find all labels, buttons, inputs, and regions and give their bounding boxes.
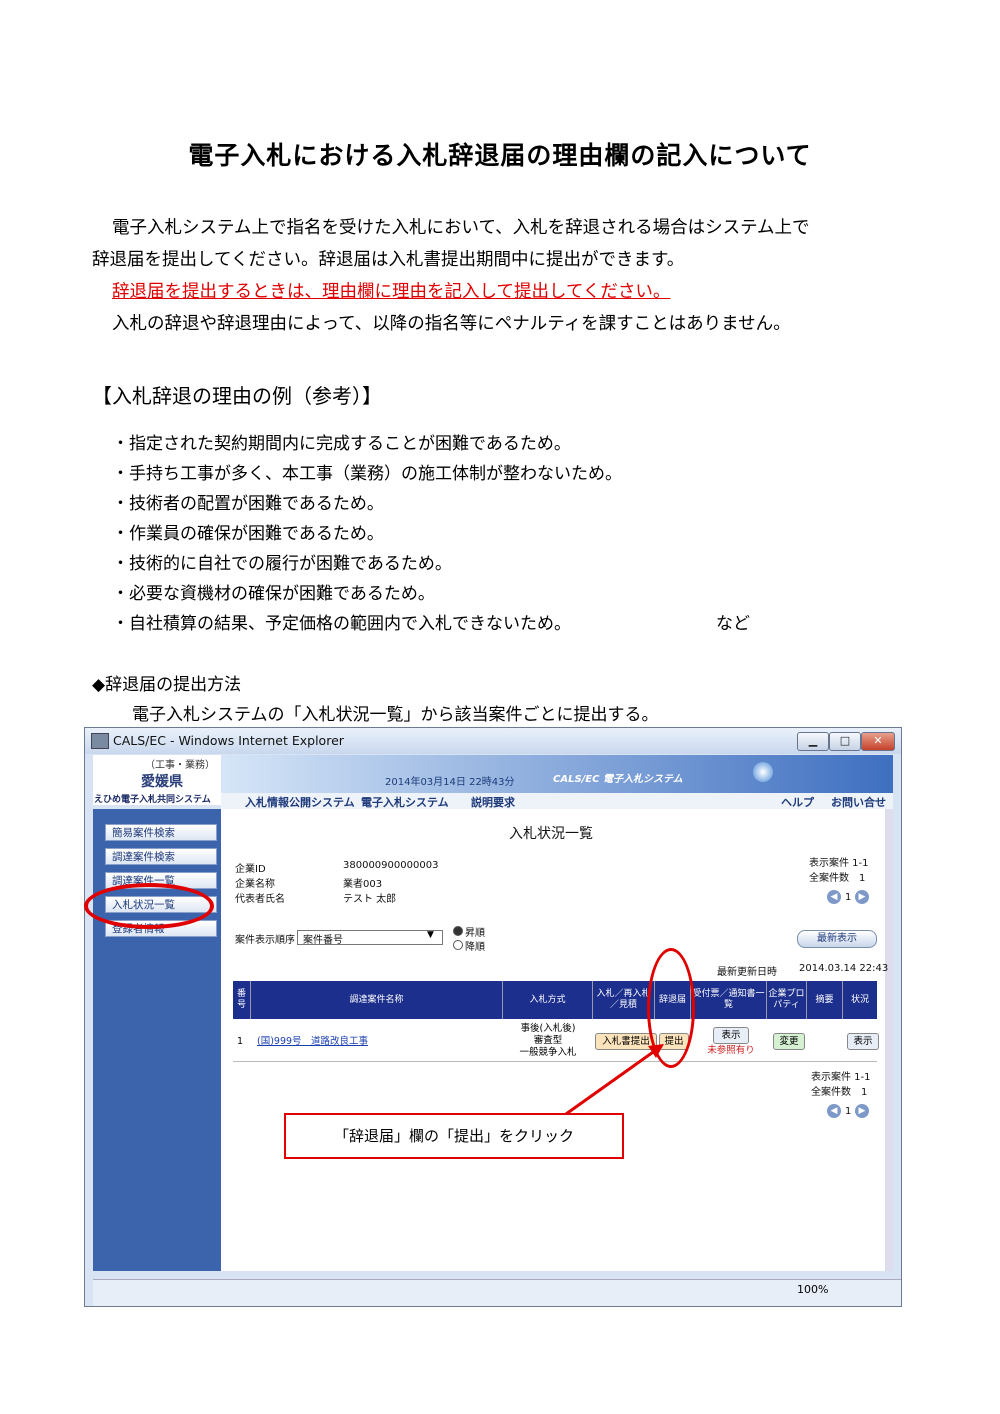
arrow-icon xyxy=(565,1044,664,1116)
callout-box: 「辞退届」欄の「提出」をクリック xyxy=(284,1113,624,1159)
